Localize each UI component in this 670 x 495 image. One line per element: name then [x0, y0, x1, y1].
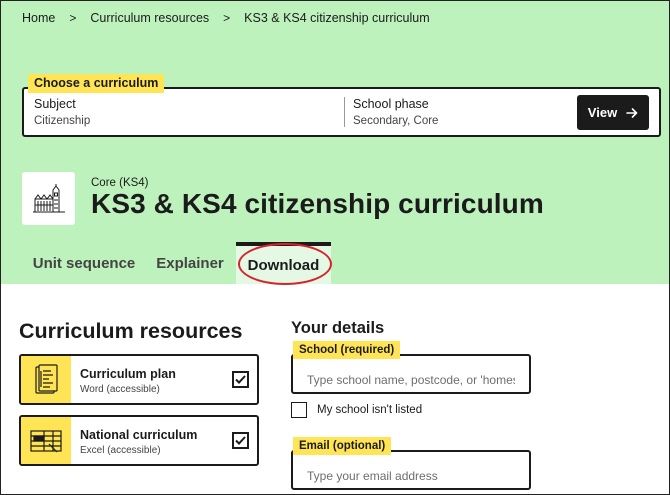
checkmark-icon	[235, 375, 246, 384]
page-frame: Home > Curriculum resources > KS3 & KS4 …	[0, 0, 670, 495]
email-field-label: Email (optional)	[293, 437, 392, 455]
email-input[interactable]	[291, 450, 531, 490]
subject-icon-box	[22, 172, 75, 225]
resource-icon-tile	[21, 417, 71, 464]
curriculum-resources-heading: Curriculum resources	[19, 319, 243, 343]
breadcrumb-curriculum-resources-link[interactable]: Curriculum resources	[90, 11, 209, 25]
document-icon	[35, 363, 58, 394]
school-phase-field[interactable]: School phase Secondary, Core	[353, 97, 438, 127]
breadcrumb-current-page[interactable]: KS3 & KS4 citizenship curriculum	[244, 11, 430, 25]
breadcrumb: Home > Curriculum resources > KS3 & KS4 …	[22, 11, 430, 25]
checkmark-icon	[235, 436, 246, 445]
resource-format: Excel (accessible)	[80, 445, 161, 456]
school-field-label: School (required)	[293, 341, 401, 359]
school-not-listed-option[interactable]: My school isn't listed	[291, 402, 422, 418]
view-button[interactable]: View	[577, 95, 649, 130]
breadcrumb-separator: >	[69, 11, 77, 25]
resource-title: Curriculum plan	[80, 367, 176, 381]
view-button-label: View	[587, 105, 618, 120]
subject-value: Citizenship	[34, 115, 91, 127]
parliament-building-icon	[32, 183, 65, 212]
subject-label: Subject	[34, 97, 76, 111]
page-title: KS3 & KS4 citizenship curriculum	[91, 188, 544, 219]
curriculum-chooser: Subject Citizenship School phase Seconda…	[22, 87, 661, 137]
resource-card-curriculum-plan[interactable]: Curriculum plan Word (accessible)	[19, 354, 259, 405]
resource-checkbox-checked[interactable]	[232, 371, 249, 388]
tab-download[interactable]: Download	[236, 242, 331, 284]
resource-card-national-curriculum[interactable]: National curriculum Excel (accessible)	[19, 415, 259, 466]
breadcrumb-home-link[interactable]: Home	[22, 11, 55, 25]
school-not-listed-checkbox[interactable]	[291, 402, 307, 418]
resource-format: Word (accessible)	[80, 384, 160, 395]
tab-unit-sequence[interactable]: Unit sequence	[22, 242, 146, 284]
tab-explainer[interactable]: Explainer	[148, 242, 232, 284]
breadcrumb-separator: >	[223, 11, 231, 25]
arrow-right-icon	[626, 107, 638, 118]
school-input[interactable]	[291, 354, 531, 394]
resource-icon-tile	[21, 356, 71, 403]
hero-section: Home > Curriculum resources > KS3 & KS4 …	[1, 1, 669, 285]
school-phase-value: Secondary, Core	[353, 115, 439, 127]
chooser-divider	[344, 97, 345, 127]
subject-field[interactable]: Subject Citizenship	[34, 97, 90, 127]
resource-checkbox-checked[interactable]	[232, 432, 249, 449]
choose-curriculum-tag: Choose a curriculum	[28, 74, 165, 93]
your-details-heading: Your details	[291, 319, 385, 337]
school-not-listed-label: My school isn't listed	[317, 404, 423, 416]
spreadsheet-icon	[30, 429, 62, 452]
school-phase-label: School phase	[353, 97, 429, 111]
resource-title: National curriculum	[80, 428, 198, 442]
